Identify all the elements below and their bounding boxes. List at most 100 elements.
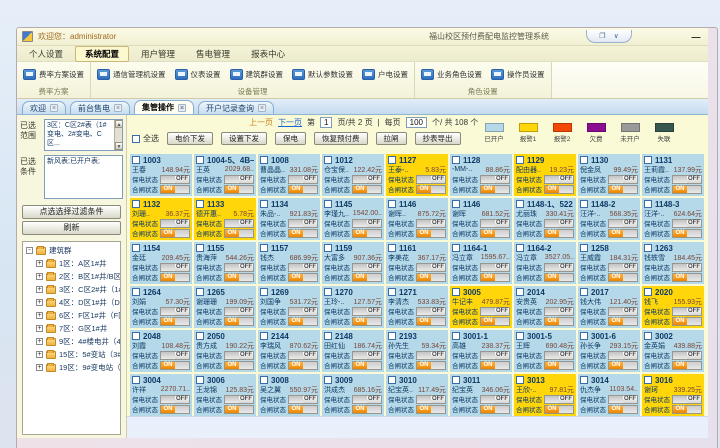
supply-off-button[interactable]: OFF: [495, 176, 509, 183]
room-card[interactable]: 1159大富多907.36元保电状态OFF合闸状态ON: [322, 242, 384, 284]
room-card[interactable]: 1130倪金凤99.49元保电状态OFF合闸状态ON: [578, 154, 640, 196]
supply-status-toggle[interactable]: OFF: [608, 395, 638, 404]
supply-off-button[interactable]: OFF: [367, 308, 381, 315]
supply-on-segment[interactable]: [161, 220, 175, 227]
supply-on-segment[interactable]: [545, 352, 559, 359]
switch-on-button[interactable]: ON: [161, 362, 175, 369]
supply-on-segment[interactable]: [673, 352, 687, 359]
room-checkbox[interactable]: [196, 200, 204, 208]
close-icon[interactable]: ×: [114, 104, 122, 112]
supply-on-segment[interactable]: [481, 176, 495, 183]
supply-status-toggle[interactable]: OFF: [416, 175, 446, 184]
supply-off-button[interactable]: OFF: [175, 396, 189, 403]
room-checkbox[interactable]: [132, 200, 140, 208]
switch-on-button[interactable]: ON: [545, 186, 559, 193]
room-card[interactable]: 1164-1冯立章1595.67..保电状态OFF合闸状态ON: [450, 242, 512, 284]
switch-on-button[interactable]: ON: [481, 274, 495, 281]
switch-status-toggle[interactable]: ON: [352, 317, 382, 326]
switch-off-segment[interactable]: [303, 274, 317, 281]
chevron-down-icon[interactable]: ∨: [614, 32, 619, 40]
room-checkbox[interactable]: [260, 156, 268, 164]
switch-on-button[interactable]: ON: [609, 230, 623, 237]
supply-on-segment[interactable]: [353, 176, 367, 183]
switch-off-segment[interactable]: [239, 274, 253, 281]
supply-on-segment[interactable]: [481, 352, 495, 359]
switch-on-button[interactable]: ON: [673, 186, 687, 193]
room-checkbox[interactable]: [452, 376, 460, 384]
switch-on-button[interactable]: ON: [673, 230, 687, 237]
supply-status-toggle[interactable]: OFF: [352, 219, 382, 228]
supply-off-button[interactable]: OFF: [303, 264, 317, 271]
toolbar-button-设置下发[interactable]: 设置下发: [221, 132, 267, 145]
switch-on-button[interactable]: ON: [353, 318, 367, 325]
supply-on-segment[interactable]: [609, 352, 623, 359]
switch-on-button[interactable]: ON: [545, 274, 559, 281]
supply-off-button[interactable]: OFF: [431, 396, 445, 403]
supply-off-button[interactable]: OFF: [623, 352, 637, 359]
switch-off-segment[interactable]: [623, 318, 637, 325]
switch-on-button[interactable]: ON: [481, 362, 495, 369]
switch-off-segment[interactable]: [367, 274, 381, 281]
selected-range-box[interactable]: 3区：C区2#表（1#变电、2#变电、C区... ▲▼: [44, 119, 123, 151]
supply-off-button[interactable]: OFF: [495, 396, 509, 403]
supply-status-toggle[interactable]: OFF: [288, 175, 318, 184]
supply-off-button[interactable]: OFF: [687, 220, 701, 227]
room-card[interactable]: 1263钱轶雪184.45元保电状态OFF合闸状态ON: [642, 242, 704, 284]
supply-off-button[interactable]: OFF: [239, 352, 253, 359]
supply-status-toggle[interactable]: OFF: [160, 395, 190, 404]
room-card[interactable]: 1148-2汪洋-..568.35元保电状态OFF合闸状态ON: [578, 198, 640, 240]
supply-off-button[interactable]: OFF: [303, 176, 317, 183]
supply-status-toggle[interactable]: OFF: [160, 307, 190, 316]
supply-on-segment[interactable]: [417, 308, 431, 315]
switch-status-toggle[interactable]: ON: [544, 405, 574, 414]
room-card[interactable]: 3010纪宝英..117.49元保电状态OFF合闸状态ON: [386, 374, 448, 416]
switch-on-button[interactable]: ON: [545, 230, 559, 237]
room-checkbox[interactable]: [260, 332, 268, 340]
switch-status-toggle[interactable]: ON: [224, 273, 254, 282]
supply-off-button[interactable]: OFF: [367, 176, 381, 183]
restore-window-icon[interactable]: ❐: [599, 32, 605, 40]
supply-off-button[interactable]: OFF: [303, 352, 317, 359]
switch-on-button[interactable]: ON: [289, 362, 303, 369]
supply-status-toggle[interactable]: OFF: [672, 351, 702, 360]
supply-off-button[interactable]: OFF: [175, 176, 189, 183]
supply-off-button[interactable]: OFF: [431, 176, 445, 183]
supply-status-toggle[interactable]: OFF: [480, 175, 510, 184]
supply-off-button[interactable]: OFF: [239, 264, 253, 271]
room-checkbox[interactable]: [324, 288, 332, 296]
room-card[interactable]: 1258王威霞184.31元保电状态OFF合闸状态ON: [578, 242, 640, 284]
room-card[interactable]: 1164-2冯立章3527.05..保电状态OFF合闸状态ON: [514, 242, 576, 284]
switch-status-toggle[interactable]: ON: [160, 229, 190, 238]
supply-status-toggle[interactable]: OFF: [480, 395, 510, 404]
switch-on-button[interactable]: ON: [545, 318, 559, 325]
room-checkbox[interactable]: [196, 332, 204, 340]
supply-off-button[interactable]: OFF: [559, 220, 573, 227]
expand-icon[interactable]: +: [36, 286, 43, 293]
supply-on-segment[interactable]: [481, 220, 495, 227]
supply-status-toggle[interactable]: OFF: [608, 307, 638, 316]
toolbar-button-抄表导出[interactable]: 抄表导出: [415, 132, 461, 145]
switch-status-toggle[interactable]: ON: [160, 185, 190, 194]
supply-status-toggle[interactable]: OFF: [288, 395, 318, 404]
switch-on-button[interactable]: ON: [161, 318, 175, 325]
switch-status-toggle[interactable]: ON: [608, 229, 638, 238]
switch-off-segment[interactable]: [303, 406, 317, 413]
close-icon[interactable]: ×: [178, 104, 186, 112]
supply-off-button[interactable]: OFF: [559, 308, 573, 315]
switch-status-toggle[interactable]: ON: [672, 185, 702, 194]
switch-on-button[interactable]: ON: [673, 362, 687, 369]
supply-on-segment[interactable]: [545, 308, 559, 315]
expand-icon[interactable]: +: [36, 312, 43, 319]
supply-off-button[interactable]: OFF: [239, 220, 253, 227]
supply-status-toggle[interactable]: OFF: [352, 175, 382, 184]
supply-off-button[interactable]: OFF: [175, 352, 189, 359]
switch-status-toggle[interactable]: ON: [224, 405, 254, 414]
room-checkbox[interactable]: [260, 288, 268, 296]
switch-off-segment[interactable]: [175, 230, 189, 237]
supply-off-button[interactable]: OFF: [239, 396, 253, 403]
tree-node[interactable]: +2区：B区1#井/B区1#井: [36, 270, 120, 283]
switch-off-segment[interactable]: [559, 362, 573, 369]
supply-off-button[interactable]: OFF: [495, 352, 509, 359]
room-checkbox[interactable]: [324, 376, 332, 384]
supply-on-segment[interactable]: [673, 220, 687, 227]
